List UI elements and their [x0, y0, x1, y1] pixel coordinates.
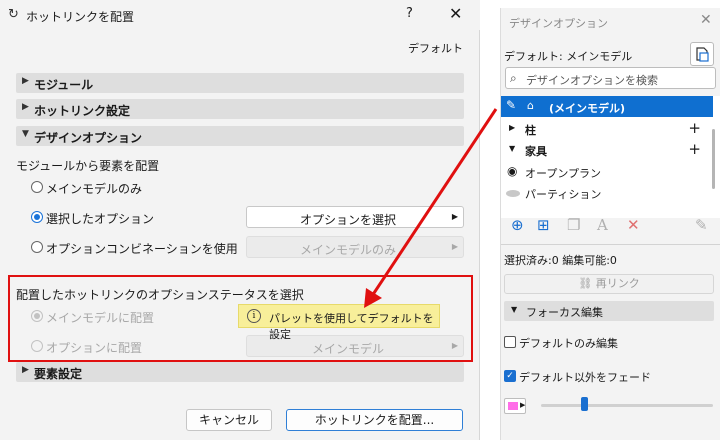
partition-label: パーティション [525, 188, 602, 201]
fade-color-swatch [508, 402, 518, 410]
title-bar: ↻ ホットリンクを配置 ? ✕ [0, 0, 480, 30]
divider [501, 244, 720, 245]
dialog-title: ホットリンクを配置 [26, 10, 135, 24]
section-hotlink-settings[interactable]: ▶ ホットリンク設定 [16, 99, 464, 119]
rename-icon[interactable]: A [597, 216, 608, 234]
list-item-open-plan[interactable]: ◉ オープンプラン [501, 162, 713, 183]
group-furniture[interactable]: ▼ 家具 + [501, 140, 713, 161]
section-element-settings-label: 要素設定 [34, 367, 83, 381]
relink-label: 再リンク [595, 277, 640, 290]
select-option-button[interactable]: オプションを選択 ▶ [246, 206, 464, 228]
fade-color-picker[interactable]: ▶ [504, 398, 526, 414]
link-icon: ⛓ [578, 277, 596, 290]
eye-closed-icon[interactable] [506, 190, 520, 197]
main-model-label: (メインモデル) [549, 102, 626, 115]
radio-selected-option-label: 選択したオプション [46, 212, 155, 226]
focus-edit-section[interactable]: ▼ フォーカス編集 [504, 301, 714, 321]
set-default-icon [696, 47, 709, 62]
radio-main-only[interactable] [31, 181, 43, 193]
option-tree: ✎ ⌂ (メインモデル) ▶ 柱 + ▼ 家具 + ◉ オープンプラン パーティ… [501, 96, 720, 218]
group-columns[interactable]: ▶ 柱 + [501, 119, 713, 140]
section-module[interactable]: ▶ モジュール [16, 73, 464, 93]
set-default-button[interactable] [690, 42, 714, 66]
chevron-right-icon: ▶ [22, 76, 29, 86]
palette-default-line: デフォルト: メインモデル [504, 50, 633, 63]
radio-combination-label: オプションコンビネーションを使用 [46, 242, 238, 256]
group-columns-label: 柱 [525, 124, 536, 137]
add-icon[interactable]: + [688, 140, 701, 158]
radio-combination[interactable] [31, 241, 43, 253]
highlight-box [8, 275, 473, 362]
section-element-settings[interactable]: ▶ 要素設定 [16, 362, 464, 382]
scrollbar[interactable] [712, 129, 715, 189]
search-placeholder: デザインオプションを検索 [526, 74, 658, 87]
delete-icon[interactable]: ✕ [627, 216, 640, 234]
list-item-partition[interactable]: パーティション [501, 183, 713, 204]
section-module-label: モジュール [34, 78, 94, 92]
chevron-right-icon: ▶ [22, 102, 29, 112]
place-hotlink-dialog: ↻ ホットリンクを配置 ? ✕ デフォルト ▶ モジュール ▶ ホットリンク設定… [0, 0, 480, 440]
house-icon: ⌂ [527, 99, 534, 112]
radio-main-only-label: メインモデルのみ [46, 182, 143, 196]
select-option-label: オプションを選択 [299, 213, 396, 227]
hotlink-icon: ↻ [8, 7, 19, 22]
palette-title: デザインオプション [509, 17, 608, 30]
combination-value: メインモデルのみ [299, 243, 396, 257]
add-icon[interactable]: + [688, 119, 701, 137]
selection-status: 選択済み:0 編集可能:0 [504, 254, 617, 267]
fade-others-checkbox[interactable]: ✓ [504, 370, 516, 382]
search-input[interactable]: ⌕ デザインオプションを検索 [505, 67, 716, 89]
eye-icon[interactable]: ◉ [507, 164, 517, 178]
default-label: デフォルト [408, 42, 463, 55]
chevron-right-icon: ▶ [509, 123, 516, 132]
group-furniture-label: 家具 [525, 145, 547, 158]
new-set-icon[interactable]: ⊞ [537, 216, 550, 234]
fade-others-label: デフォルト以外をフェード [519, 371, 651, 384]
fade-slider[interactable] [541, 404, 713, 407]
close-icon[interactable]: ✕ [700, 12, 712, 28]
chevron-right-icon: ▶ [451, 242, 458, 251]
focus-edit-label: フォーカス編集 [526, 306, 603, 319]
default-only-checkbox[interactable] [504, 336, 516, 348]
section-design-option-label: デザインオプション [34, 131, 143, 145]
close-button[interactable]: ✕ [449, 4, 462, 23]
chevron-right-icon: ▶ [451, 212, 458, 221]
relink-button[interactable]: ⛓ 再リンク [504, 274, 714, 294]
design-option-palette: デザインオプション ✕ デフォルト: メインモデル ⌕ デザインオプションを検索… [500, 8, 720, 440]
add-option-icon[interactable]: ⊕ [511, 216, 524, 234]
radio-selected-option[interactable] [31, 211, 43, 223]
section-design-option[interactable]: ▼ デザインオプション [16, 126, 464, 146]
chevron-right-icon: ▶ [520, 401, 526, 409]
chevron-down-icon: ▼ [22, 129, 29, 139]
duplicate-icon[interactable]: ❐ [567, 216, 580, 234]
chevron-right-icon: ▶ [22, 365, 29, 375]
cancel-button[interactable]: キャンセル [186, 409, 272, 431]
combination-select[interactable]: メインモデルのみ ▶ [246, 236, 464, 258]
open-plan-label: オープンプラン [525, 167, 602, 180]
list-item-main-model[interactable]: ✎ ⌂ (メインモデル) [501, 96, 713, 117]
default-only-label: デフォルトのみ編集 [519, 337, 618, 350]
edit-icon[interactable]: ✎ [695, 216, 708, 234]
chevron-down-icon: ▼ [511, 305, 518, 314]
chevron-down-icon: ▼ [509, 144, 516, 153]
section-hotlink-settings-label: ホットリンク設定 [34, 104, 131, 118]
place-hotlink-button[interactable]: ホットリンクを配置... [286, 409, 463, 431]
fade-slider-thumb[interactable] [581, 397, 588, 411]
help-button[interactable]: ? [406, 6, 413, 21]
pencil-icon: ✎ [506, 98, 517, 112]
search-icon: ⌕ [510, 71, 517, 85]
place-from-module-label: モジュールから要素を配置 [16, 159, 160, 173]
